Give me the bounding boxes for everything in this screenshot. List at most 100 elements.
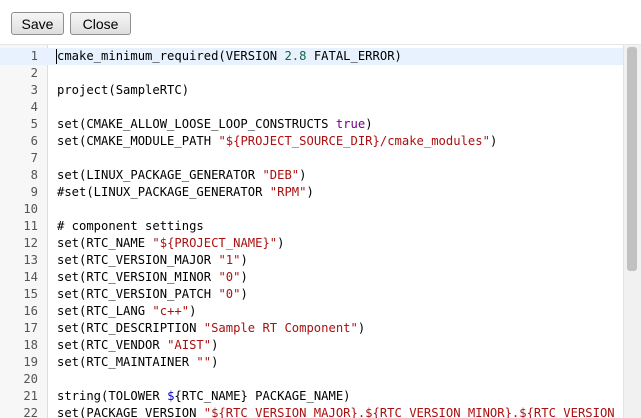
code-text: set(RTC_VERSION_MINOR "0"): [57, 269, 248, 286]
code-token: ): [365, 117, 373, 131]
code-token: "1": [218, 253, 241, 267]
code-token: ): [306, 185, 314, 199]
code-token: "${PROJECT_SOURCE_DIR}/cmake_modules": [218, 134, 490, 148]
code-text: set(RTC_VENDOR "AIST"): [57, 337, 218, 354]
code-line[interactable]: 13 set(RTC_VERSION_MAJOR "1"): [0, 252, 641, 269]
code-text: set(RTC_MAINTAINER ""): [57, 354, 218, 371]
code-token: true: [335, 117, 366, 131]
code-token: "${RTC_VERSION_MAJOR}.${RTC_VERSION_MINO…: [203, 406, 641, 418]
code-line[interactable]: 12 set(RTC_NAME "${PROJECT_NAME}"): [0, 235, 641, 252]
code-text: project(SampleRTC): [57, 82, 189, 99]
code-editor[interactable]: 1 cmake_minimum_required(VERSION 2.8 FATA…: [0, 45, 641, 418]
line-number: 16: [23, 304, 38, 318]
code-token: "AIST": [167, 338, 212, 352]
code-text: set(RTC_NAME "${PROJECT_NAME}"): [57, 235, 284, 252]
line-number: 10: [23, 202, 38, 216]
code-token: set(CMAKE_ALLOW_LOOSE_LOOP_CONSTRUCTS: [57, 117, 336, 131]
code-line[interactable]: 22 set(PACKAGE_VERSION "${RTC_VERSION_MAJ…: [0, 405, 641, 418]
code-line[interactable]: 2: [0, 65, 641, 82]
code-token: "${PROJECT_NAME}": [152, 236, 278, 250]
code-line[interactable]: 1 cmake_minimum_required(VERSION 2.8 FATA…: [0, 48, 641, 65]
scrollbar-thumb[interactable]: [627, 47, 637, 271]
line-number: 7: [30, 151, 38, 165]
line-number: 18: [23, 338, 38, 352]
code-token: ): [240, 287, 248, 301]
code-token: "RPM": [269, 185, 307, 199]
code-text: set(CMAKE_ALLOW_LOOSE_LOOP_CONSTRUCTS tr…: [57, 116, 373, 133]
code-token: set(RTC_MAINTAINER: [57, 355, 197, 369]
code-line[interactable]: 4: [0, 99, 641, 116]
code-token: set(RTC_DESCRIPTION: [57, 321, 204, 335]
code-line[interactable]: 19 set(RTC_MAINTAINER ""): [0, 354, 641, 371]
line-number: 14: [23, 270, 38, 284]
line-number: 2: [30, 66, 38, 80]
line-number: 8: [30, 168, 38, 182]
code-line[interactable]: 8 set(LINUX_PACKAGE_GENERATOR "DEB"): [0, 167, 641, 184]
code-token: set(RTC_NAME: [57, 236, 153, 250]
code-token: set(CMAKE_MODULE_PATH: [57, 134, 219, 148]
code-line[interactable]: 21 string(TOLOWER ${RTC_NAME} PACKAGE_NAM…: [0, 388, 641, 405]
code-text: set(CMAKE_MODULE_PATH "${PROJECT_SOURCE_…: [57, 133, 497, 150]
code-token: ): [240, 253, 248, 267]
code-token: set(LINUX_PACKAGE_GENERATOR: [57, 168, 263, 182]
code-token: set(RTC_VERSION_PATCH: [57, 287, 219, 301]
code-line[interactable]: 7: [0, 150, 641, 167]
code-token: "0": [218, 270, 241, 284]
code-token: ): [299, 168, 307, 182]
save-button[interactable]: Save: [11, 12, 64, 35]
code-token: ): [489, 134, 498, 148]
code-line[interactable]: 16 set(RTC_LANG "c++"): [0, 303, 641, 320]
code-token: ): [277, 236, 285, 250]
code-token: FATAL_ERROR): [306, 49, 402, 63]
code-text: # component settings: [57, 218, 204, 235]
code-token: ): [211, 338, 219, 352]
code-line[interactable]: 10: [0, 201, 641, 218]
code-line[interactable]: 6 set(CMAKE_MODULE_PATH "${PROJECT_SOURCE…: [0, 133, 641, 150]
code-text: #set(LINUX_PACKAGE_GENERATOR "RPM"): [57, 184, 314, 201]
code-token: "": [196, 355, 212, 369]
code-token: set(RTC_LANG: [57, 304, 153, 318]
code-token: # component settings: [57, 219, 204, 233]
code-line[interactable]: 5 set(CMAKE_ALLOW_LOOSE_LOOP_CONSTRUCTS t…: [0, 116, 641, 133]
code-token: {RTC_NAME} PACKAGE_NAME): [174, 389, 351, 403]
line-number: 21: [23, 389, 38, 403]
text-cursor: [56, 49, 57, 64]
line-number: 22: [23, 406, 38, 418]
code-token: 2.8: [284, 49, 307, 63]
code-token: set(RTC_VENDOR: [57, 338, 168, 352]
line-number: 13: [23, 253, 38, 267]
close-button[interactable]: Close: [70, 12, 131, 35]
code-token: ): [357, 321, 366, 335]
code-token: cmake_minimum_required(VERSION: [57, 49, 285, 63]
code-token: #set(LINUX_PACKAGE_GENERATOR: [57, 185, 270, 199]
code-token: ): [189, 304, 197, 318]
code-line[interactable]: 20: [0, 371, 641, 388]
line-number: 6: [30, 134, 38, 148]
code-line[interactable]: 18 set(RTC_VENDOR "AIST"): [0, 337, 641, 354]
line-number: 20: [23, 372, 38, 386]
code-text: cmake_minimum_required(VERSION 2.8 FATAL…: [57, 48, 402, 65]
line-number: 4: [30, 100, 38, 114]
code-token: string(TOLOWER: [57, 389, 168, 403]
line-number: 9: [30, 185, 38, 199]
toolbar: Save Close: [0, 0, 641, 45]
code-text: set(LINUX_PACKAGE_GENERATOR "DEB"): [57, 167, 306, 184]
line-number: 17: [23, 321, 38, 335]
code-token: "DEB": [262, 168, 300, 182]
code-text: set(RTC_LANG "c++"): [57, 303, 196, 320]
line-number: 3: [30, 83, 38, 97]
line-number: 15: [23, 287, 38, 301]
code-text: string(TOLOWER ${RTC_NAME} PACKAGE_NAME): [57, 388, 351, 405]
code-token: project(SampleRTC): [57, 83, 190, 97]
line-number: 12: [23, 236, 38, 250]
code-token: "Sample RT Component": [203, 321, 358, 335]
vertical-scrollbar[interactable]: [623, 45, 641, 418]
code-line[interactable]: 17 set(RTC_DESCRIPTION "Sample RT Compone…: [0, 320, 641, 337]
code-line[interactable]: 11 # component settings: [0, 218, 641, 235]
code-line[interactable]: 3 project(SampleRTC): [0, 82, 641, 99]
code-line[interactable]: 9 #set(LINUX_PACKAGE_GENERATOR "RPM"): [0, 184, 641, 201]
code-token: ): [211, 355, 219, 369]
code-line[interactable]: 15 set(RTC_VERSION_PATCH "0"): [0, 286, 641, 303]
code-line[interactable]: 14 set(RTC_VERSION_MINOR "0"): [0, 269, 641, 286]
line-number: 19: [23, 355, 38, 369]
